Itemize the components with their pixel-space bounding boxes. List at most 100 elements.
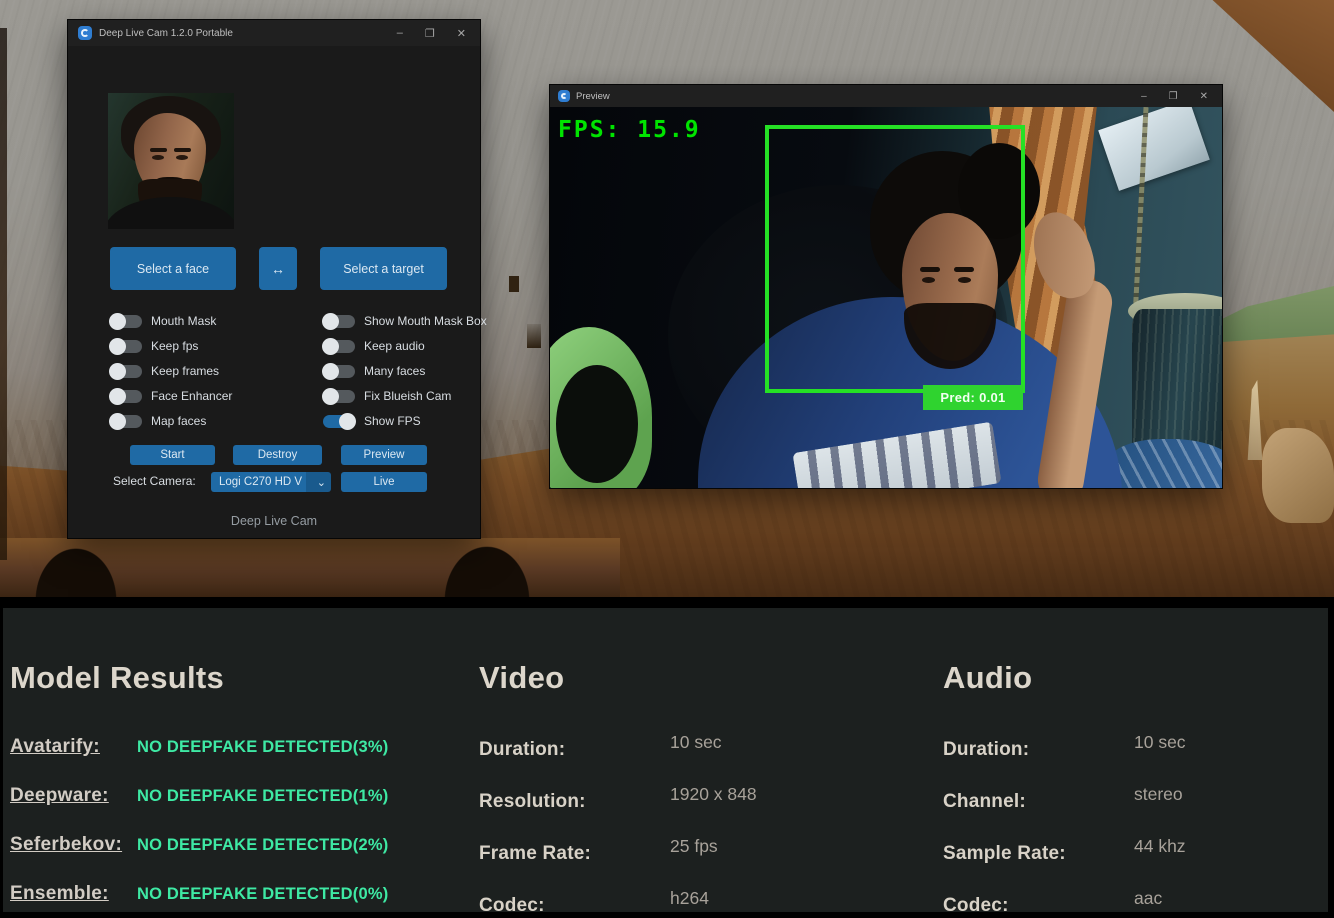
live-button[interactable]: Live xyxy=(341,472,427,492)
select-target-button[interactable]: Select a target xyxy=(320,247,447,290)
model-results-column: Model Results Avatarify: NO DEEPFAKE DET… xyxy=(10,608,470,905)
toggle-switch-icon[interactable] xyxy=(110,340,142,353)
toggle-switch-icon[interactable] xyxy=(323,315,355,328)
toggle-knob xyxy=(322,388,339,405)
preview-titlebar[interactable]: Preview – ❐ ✕ xyxy=(550,85,1222,107)
toggle-switch-icon[interactable] xyxy=(323,415,355,428)
chevron-down-icon: ⌄ xyxy=(317,476,326,489)
model-link-deepware[interactable]: Deepware: xyxy=(10,785,137,807)
toggle-label: Fix Blueish Cam xyxy=(364,389,451,403)
swap-faces-button[interactable]: ↔ xyxy=(259,247,297,290)
info-value: stereo xyxy=(1134,784,1183,805)
info-label: Codec: xyxy=(479,895,545,916)
minimize-icon[interactable]: – xyxy=(1141,91,1147,102)
info-label: Codec: xyxy=(943,895,1009,916)
camera-dropdown[interactable]: Logi C270 HD V ⌄ xyxy=(211,472,331,492)
model-result-row: Ensemble: NO DEEPFAKE DETECTED(0%) xyxy=(10,883,470,905)
preview-app-icon xyxy=(558,90,570,102)
toggle-show-fps[interactable]: Show FPS xyxy=(323,414,487,428)
toggle-switch-icon[interactable] xyxy=(110,365,142,378)
minimize-icon[interactable]: – xyxy=(397,27,403,39)
audio-info-row: Sample Rate: 44 khz xyxy=(943,843,1333,867)
toggle-knob xyxy=(322,313,339,330)
toggle-keep-audio[interactable]: Keep audio xyxy=(323,339,487,353)
toggle-show-mouth-mask-box[interactable]: Show Mouth Mask Box xyxy=(323,314,487,328)
maximize-icon[interactable]: ❐ xyxy=(1169,91,1178,102)
model-result-row: Deepware: NO DEEPFAKE DETECTED(1%) xyxy=(10,785,470,807)
preview-button[interactable]: Preview xyxy=(341,445,427,465)
info-label: Resolution: xyxy=(479,791,586,812)
info-value: 10 sec xyxy=(1134,732,1186,753)
detection-results-section: Model Results Avatarify: NO DEEPFAKE DET… xyxy=(0,608,1334,918)
toggle-knob xyxy=(109,413,126,430)
model-link-seferbekov[interactable]: Seferbekov: xyxy=(10,834,137,856)
model-results-title: Model Results xyxy=(10,660,470,696)
painting-light-rocks xyxy=(1262,428,1334,523)
scene-chair-shadow xyxy=(556,365,638,483)
model-result-row: Seferbekov: NO DEEPFAKE DETECTED(2%) xyxy=(10,834,470,856)
destroy-button[interactable]: Destroy xyxy=(233,445,322,465)
video-info-row: Resolution: 1920 x 848 xyxy=(479,791,919,815)
toggle-label: Mouth Mask xyxy=(151,314,216,328)
audio-info-row: Channel: stereo xyxy=(943,791,1333,815)
video-info-title: Video xyxy=(479,660,919,696)
dlc-body: Select a face ↔ Select a target Mouth Ma… xyxy=(68,46,480,538)
toggle-knob xyxy=(109,313,126,330)
toggle-keep-fps[interactable]: Keep fps xyxy=(110,339,232,353)
toggle-knob xyxy=(109,363,126,380)
toggle-label: Keep frames xyxy=(151,364,219,378)
close-icon[interactable]: ✕ xyxy=(457,27,466,40)
dlc-window-controls: – ❐ ✕ xyxy=(397,27,472,40)
toggle-knob xyxy=(322,363,339,380)
model-result-value: NO DEEPFAKE DETECTED(1%) xyxy=(137,787,388,806)
webcam-video-feed: Pred: 0.01 FPS: 15.9 xyxy=(550,107,1222,488)
panel-divider xyxy=(0,597,1334,608)
maximize-icon[interactable]: ❐ xyxy=(425,27,435,40)
toggle-many-faces[interactable]: Many faces xyxy=(323,364,487,378)
toggle-switch-icon[interactable] xyxy=(323,340,355,353)
portrait-shoulders xyxy=(108,197,234,229)
toggle-knob xyxy=(109,338,126,355)
toggle-knob xyxy=(322,338,339,355)
toggle-switch-icon[interactable] xyxy=(110,390,142,403)
toggle-keep-frames[interactable]: Keep frames xyxy=(110,364,232,378)
toggle-fix-blueish-cam[interactable]: Fix Blueish Cam xyxy=(323,389,487,403)
toggle-knob xyxy=(109,388,126,405)
info-label: Duration: xyxy=(943,739,1029,760)
info-value: aac xyxy=(1134,888,1162,909)
toggle-switch-icon[interactable] xyxy=(323,365,355,378)
info-value: 25 fps xyxy=(670,836,718,857)
info-value: h264 xyxy=(670,888,709,909)
preview-window: Preview – ❐ ✕ xyxy=(550,85,1222,488)
toggle-label: Keep audio xyxy=(364,339,425,353)
toggle-label: Show FPS xyxy=(364,414,421,428)
video-info-row: Frame Rate: 25 fps xyxy=(479,843,919,867)
toggle-label: Face Enhancer xyxy=(151,389,232,403)
video-info-row: Codec: h264 xyxy=(479,895,919,918)
toggle-switch-icon[interactable] xyxy=(110,415,142,428)
select-camera-label: Select Camera: xyxy=(113,474,196,488)
camera-dropdown-value: Logi C270 HD V xyxy=(219,476,315,488)
prediction-score-badge: Pred: 0.01 xyxy=(923,385,1023,410)
model-link-ensemble[interactable]: Ensemble: xyxy=(10,883,137,905)
toggle-switch-icon[interactable] xyxy=(110,315,142,328)
toggle-switch-icon[interactable] xyxy=(323,390,355,403)
toggle-map-faces[interactable]: Map faces xyxy=(110,414,232,428)
model-link-avatarify[interactable]: Avatarify: xyxy=(10,736,137,758)
toggle-face-enhancer[interactable]: Face Enhancer xyxy=(110,389,232,403)
info-label: Duration: xyxy=(479,739,565,760)
close-icon[interactable]: ✕ xyxy=(1200,91,1208,102)
start-button[interactable]: Start xyxy=(130,445,215,465)
toggle-label: Many faces xyxy=(364,364,425,378)
audio-info-row: Duration: 10 sec xyxy=(943,739,1333,763)
toggle-knob xyxy=(339,413,356,430)
portrait-brow xyxy=(150,148,167,152)
portrait-eye xyxy=(176,155,188,160)
scene-blue-fabric xyxy=(1106,439,1222,488)
model-result-value: NO DEEPFAKE DETECTED(0%) xyxy=(137,885,388,904)
toggle-column-left: Mouth Mask Keep fps Keep frames Face Enh… xyxy=(110,314,232,439)
toggle-mouth-mask[interactable]: Mouth Mask xyxy=(110,314,232,328)
dlc-titlebar[interactable]: Deep Live Cam 1.2.0 Portable – ❐ ✕ xyxy=(68,20,480,46)
model-result-row: Avatarify: NO DEEPFAKE DETECTED(3%) xyxy=(10,736,470,758)
select-face-button[interactable]: Select a face xyxy=(110,247,236,290)
